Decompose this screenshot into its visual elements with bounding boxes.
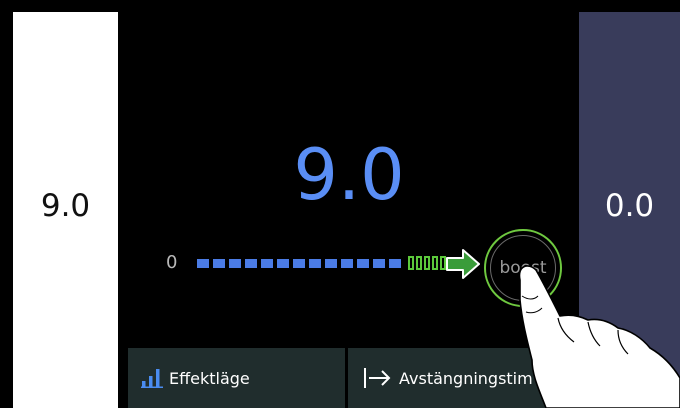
slider-segment <box>373 259 385 268</box>
shutoff-timer-button[interactable]: Avstängningstim <box>348 348 578 408</box>
left-zone-power-value: 9.0 <box>40 188 91 224</box>
boost-range-segment <box>408 256 414 270</box>
boost-range-segment <box>432 256 438 270</box>
slider-segment <box>357 259 369 268</box>
shutoff-timer-label: Avstängningstim <box>399 368 533 388</box>
slider-segment <box>245 259 257 268</box>
boost-range-segment <box>416 256 422 270</box>
power-scale-min-label: 0 <box>166 252 178 273</box>
slider-segment <box>309 259 321 268</box>
slider-segment <box>213 259 225 268</box>
power-mode-label: Effektläge <box>169 368 250 388</box>
slider-segment <box>261 259 273 268</box>
slider-segment <box>277 259 289 268</box>
boost-arrow-icon <box>446 249 480 279</box>
slider-segment <box>293 259 305 268</box>
boost-button-inner-ring <box>490 235 556 301</box>
boost-range-segment <box>424 256 430 270</box>
slider-segment <box>325 259 337 268</box>
power-mode-button[interactable]: Effektläge <box>128 348 345 408</box>
boost-range-segment <box>440 256 446 270</box>
selected-power-level: 9.0 <box>293 134 405 216</box>
arrow-to-bar-icon <box>363 367 393 389</box>
boost-button[interactable]: boost <box>484 229 562 307</box>
bottom-action-bar: Effektläge Avstängningstim <box>128 348 578 408</box>
left-cooking-zone[interactable]: 9.0 <box>13 12 118 408</box>
cooktop-control-screen: 9.0 9.0 0 boost 0.0 Effektläge Avstängni… <box>0 0 680 408</box>
slider-segment <box>341 259 353 268</box>
right-zone-power-value: 0.0 <box>604 188 655 224</box>
slider-segment <box>389 259 401 268</box>
slider-segment <box>229 259 241 268</box>
right-cooking-zone[interactable]: 0.0 <box>579 12 680 408</box>
bar-chart-icon <box>141 368 163 388</box>
slider-segment <box>197 259 209 268</box>
